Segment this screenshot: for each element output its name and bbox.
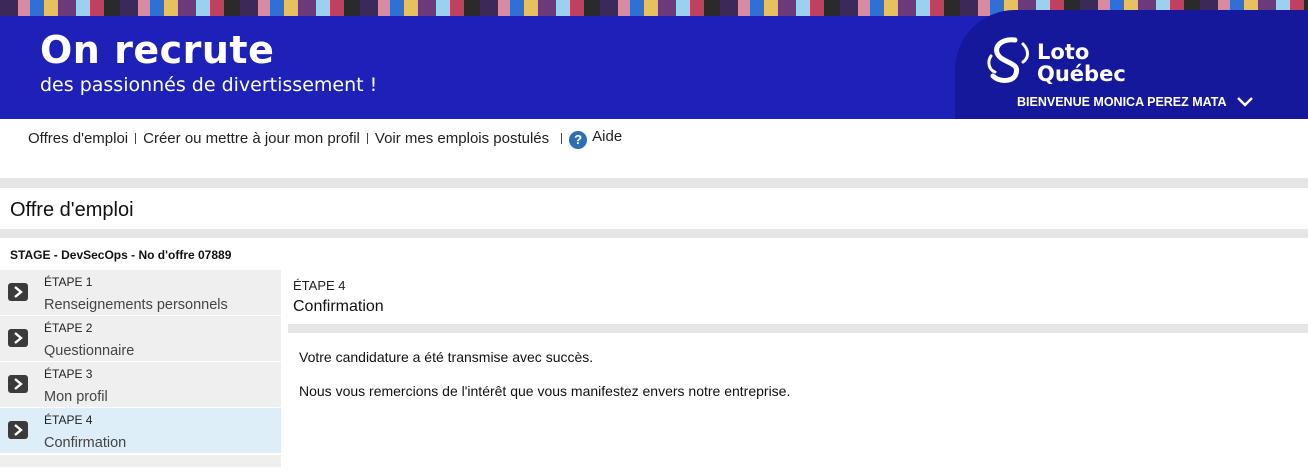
chevron-right-icon [8,283,28,301]
nav-applied-jobs[interactable]: Voir mes emplois postulés [375,130,549,147]
step-4[interactable]: ÉTAPE 4 Confirmation [0,408,281,454]
step-2[interactable]: ÉTAPE 2 Questionnaire [0,316,281,362]
step-name: Questionnaire [44,343,135,359]
chevron-right-icon [8,329,28,347]
nav-job-offers[interactable]: Offres d'emploi [28,130,128,147]
header-banner: On recrute des passionnés de divertissem… [0,0,1308,119]
confirmation-message: Votre candidature a été transmise avec s… [299,349,594,365]
section-divider [0,229,1308,238]
thank-you-message: Nous vous remercions de l'intérêt que vo… [299,383,791,399]
help-icon: ? [569,131,588,149]
content-step-number: ÉTAPE 4 [293,278,346,293]
page-title: Offre d'emploi [10,199,134,221]
step-name: Mon profil [44,389,108,405]
nav-profile[interactable]: Créer ou mettre à jour mon profil [143,130,360,147]
steps-sidebar: ÉTAPE 1 Renseignements personnels ÉTAPE … [0,270,281,467]
step-name: Confirmation [44,435,127,451]
brand-name-line2: Québec [1037,62,1126,86]
nav-help-label: Aide [592,128,623,145]
nav-help[interactable]: ? Aide [569,128,622,149]
nav-separator [366,133,368,144]
section-divider [0,178,1308,188]
offer-reference: STAGE - DevSecOps - No d'offre 07889 [10,248,232,262]
chevron-down-icon [1236,97,1253,107]
loto-quebec-logo-icon [987,37,1029,83]
chevron-right-icon [8,421,28,439]
steps-footer [0,455,281,467]
content-divider [288,324,1308,333]
brand-name-line1: Loto [1037,40,1090,64]
step-1[interactable]: ÉTAPE 1 Renseignements personnels [0,270,281,316]
step-number: ÉTAPE 2 [44,321,93,335]
user-menu[interactable]: BIENVENUE MONICA PEREZ MATA [1017,95,1254,109]
top-navigation: Offres d'emploi Créer ou mettre à jour m… [28,128,622,149]
content-title: Confirmation [293,298,384,315]
nav-separator [135,133,137,144]
chevron-right-icon [8,375,28,393]
welcome-label: BIENVENUE MONICA PEREZ MATA [1017,95,1227,109]
step-name: Renseignements personnels [44,297,228,313]
banner-subtitle: des passionnés de divertissement ! [40,74,378,96]
nav-separator [561,133,563,144]
step-number: ÉTAPE 1 [44,275,93,289]
step-3[interactable]: ÉTAPE 3 Mon profil [0,362,281,408]
banner-title: On recrute [40,28,275,72]
step-number: ÉTAPE 4 [44,413,93,427]
step-number: ÉTAPE 3 [44,367,93,381]
